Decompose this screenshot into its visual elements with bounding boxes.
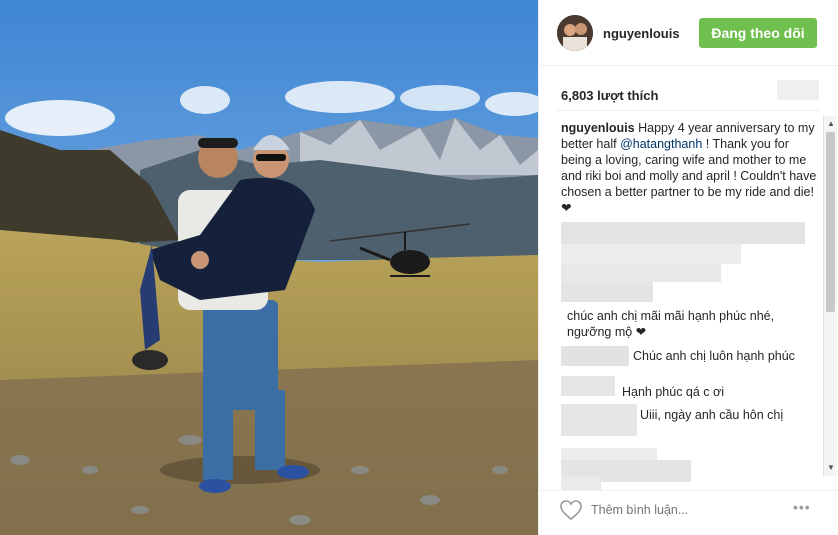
caption: nguyenlouis Happy 4 year anniversary to … bbox=[561, 120, 819, 216]
comment-text: Chúc anh chị luôn hạnh phúc bbox=[633, 349, 795, 363]
post-header: nguyenlouis Đang theo dõi bbox=[539, 0, 838, 66]
blurred-comment bbox=[561, 264, 721, 282]
comment-item: Hạnh phúc qá c ơi bbox=[561, 384, 819, 400]
comment-bar: ••• bbox=[539, 490, 838, 535]
comments-scrollbar[interactable]: ▲ ▼ bbox=[823, 116, 837, 476]
caption-username[interactable]: nguyenlouis bbox=[561, 121, 635, 135]
more-options-icon[interactable]: ••• bbox=[793, 499, 811, 515]
blurred-comment bbox=[561, 282, 653, 302]
comment-text: Hạnh phúc qá c ơi bbox=[622, 385, 725, 399]
post-photo[interactable] bbox=[0, 0, 538, 535]
following-button[interactable]: Đang theo dõi bbox=[699, 18, 817, 48]
avatar[interactable] bbox=[557, 15, 593, 51]
scrollbar-thumb[interactable] bbox=[826, 132, 835, 312]
add-comment-input[interactable] bbox=[591, 499, 781, 521]
blurred-comment bbox=[561, 222, 805, 244]
scroll-up-icon[interactable]: ▲ bbox=[825, 118, 837, 130]
divider bbox=[557, 110, 819, 111]
comment-item: chúc anh chị mãi mãi hạnh phúc nhé, ngưỡ… bbox=[561, 308, 819, 340]
comment-text: chúc anh chị mãi mãi hạnh phúc nhé, ngưỡ… bbox=[567, 309, 775, 339]
likes-count[interactable]: 6,803 lượt thích bbox=[561, 88, 658, 103]
blurred-comment bbox=[561, 476, 601, 490]
caption-mention[interactable]: @hatangthanh bbox=[620, 137, 702, 151]
heart-icon[interactable] bbox=[559, 499, 583, 521]
blurred-region bbox=[777, 80, 819, 100]
blurred-comment bbox=[561, 244, 741, 264]
photo-couple-helicopter-mountains bbox=[0, 0, 538, 535]
scroll-down-icon[interactable]: ▼ bbox=[825, 462, 837, 474]
post-sidebar: nguyenlouis Đang theo dõi 6,803 lượt thí… bbox=[538, 0, 838, 535]
comment-item: Uiii, ngày anh cầu hôn chị bbox=[561, 407, 819, 423]
comments-list: nguyenlouis Happy 4 year anniversary to … bbox=[561, 120, 819, 490]
comment-item: Chúc anh chị luôn hạnh phúc bbox=[561, 348, 819, 364]
avatar-image bbox=[557, 15, 593, 51]
header-username[interactable]: nguyenlouis bbox=[603, 26, 680, 41]
comment-text: Uiii, ngày anh cầu hôn chị bbox=[640, 408, 784, 422]
